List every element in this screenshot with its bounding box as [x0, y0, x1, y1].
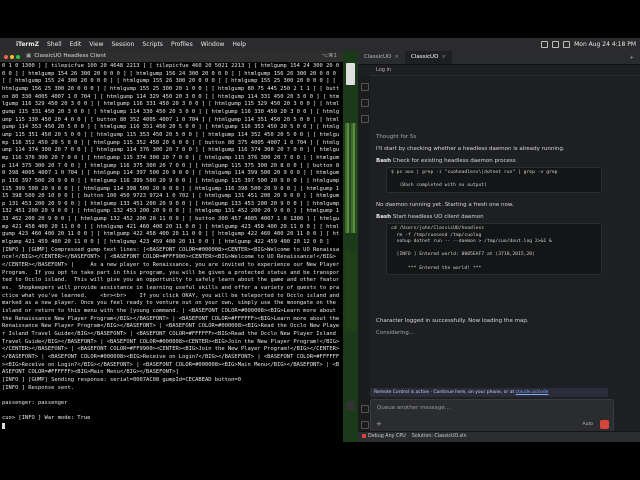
tool-call-header[interactable]: Bash Check for existing headless daemon … [376, 157, 516, 165]
background-window-edge [343, 51, 359, 442]
terminal-output[interactable]: 0 1 0 1300 ] [ tilepicfue 100 20 4648 22… [0, 62, 343, 432]
menu-app-name[interactable]: iTermZ [12, 38, 43, 51]
window-controls [0, 54, 20, 59]
menu-session[interactable]: Session [108, 38, 139, 51]
terminal-cursor [2, 422, 5, 429]
tool-name: Bash [376, 214, 392, 220]
close-icon[interactable]: × [394, 51, 399, 64]
status-bar: Debug Any CPU Solution: ClassicUO.sln [358, 431, 640, 442]
ide-agent-window: ClassicUO × ClassicUO × + Log in Thought… [358, 51, 640, 442]
agent-message: Character logged in successfully. Now lo… [376, 318, 529, 324]
composer-input[interactable]: Queue another message... [377, 405, 450, 411]
terminal-line: [INFO ] [GUMP] Compressed gump text line… [2, 246, 343, 376]
new-tab-icon[interactable]: + [629, 55, 640, 61]
problems-icon[interactable] [361, 421, 369, 429]
terminal-line: [INFO ] [GUMP] Sending response: serial=… [2, 376, 241, 383]
terminal-icon: ▣ [26, 53, 32, 59]
mode-selector[interactable]: Auto [583, 422, 593, 427]
menu-edit[interactable]: Edit [66, 38, 86, 51]
tab-bar: ClassicUO × ClassicUO × + [358, 51, 640, 65]
tab-classicuo-1[interactable]: ClassicUO × [358, 51, 405, 64]
menu-help[interactable]: Help [228, 38, 250, 51]
solution-name[interactable]: Solution: ClassicUO.sln [412, 432, 467, 442]
menu-clock[interactable]: Mon Aug 24 4:18 PM [574, 38, 636, 51]
search-icon[interactable] [563, 41, 571, 48]
tab-shortcut: ⌥⌘1 [321, 53, 337, 59]
edge-tile [346, 63, 355, 85]
tab-classicuo-2[interactable]: ClassicUO × [405, 51, 452, 64]
zoom-window-button[interactable] [16, 54, 20, 59]
remote-control-text: Remote Control is active · Continue here… [374, 390, 515, 395]
thinking-note[interactable]: Thought for 5s [376, 133, 416, 141]
edge-tile [345, 123, 357, 233]
attach-icon[interactable]: + [376, 420, 382, 428]
tool-description: Check for existing headless daemon proce… [392, 158, 516, 164]
tool-call-header[interactable]: Bash Start headless UO client daemon [376, 213, 484, 221]
control-center-icon[interactable] [541, 41, 549, 48]
minimize-window-button[interactable] [10, 54, 14, 59]
agent-transcript: Thought for 5s I'll start by checking wh… [358, 75, 640, 355]
tool-description: Start headless UO client daemon [392, 214, 484, 220]
tool-name: Bash [376, 158, 392, 164]
agent-message: I'll start by checking whether a headles… [376, 146, 565, 152]
menu-shell[interactable]: Shell [43, 38, 66, 51]
wifi-icon[interactable] [552, 41, 560, 48]
terminal-line: [INFO ] Response sent. [2, 384, 75, 391]
iterm-window: ▣ ClassicUO Headless Client ⌥⌘1 0 1 0 13… [0, 51, 343, 442]
close-icon[interactable]: × [441, 51, 446, 64]
remote-control-link[interactable]: claude.ai/code [516, 390, 549, 395]
edge-tile [345, 251, 357, 331]
iterm-titlebar[interactable]: ▣ ClassicUO Headless Client ⌥⌘1 [0, 51, 343, 62]
tab-label: ClassicUO [364, 54, 392, 60]
macos-menu-bar: iTermZ Shell Edit View Session Scripts P… [0, 38, 640, 51]
iterm-window-title: ClassicUO Headless Client [34, 53, 107, 59]
menu-scripts[interactable]: Scripts [138, 38, 167, 51]
agent-message: No daemon running yet. Starting a fresh … [376, 202, 514, 208]
terminal-line: passenger: passenger [2, 399, 68, 406]
tab-label: ClassicUO [411, 54, 439, 60]
terminal-icon[interactable] [361, 405, 369, 413]
tool-output-box: $ ps aux | grep -i "cuoheadless\|dotnet … [386, 167, 602, 193]
message-composer[interactable]: Queue another message... + Auto [370, 399, 614, 433]
tool-output-box: cd /Users/john/ClassicUO/headless rm -f … [386, 223, 602, 276]
remote-control-notice: Remote Control is active · Continue here… [370, 388, 608, 397]
menu-profiles[interactable]: Profiles [167, 38, 197, 51]
menu-window[interactable]: Window [197, 38, 229, 51]
terminal-line: 0 1 0 1300 ] [ tilepicfue 100 20 4648 22… [2, 63, 343, 246]
menu-view[interactable]: View [85, 38, 107, 51]
status-indicator-icon [362, 433, 366, 438]
build-config[interactable]: Debug Any CPU [362, 432, 406, 442]
edge-tile [346, 401, 355, 410]
stop-button[interactable] [600, 420, 609, 429]
terminal-prompt-line: cuo> [INFO ] War mode: True [2, 415, 91, 422]
close-window-button[interactable] [4, 54, 8, 59]
thinking-note: Considering... [376, 330, 414, 336]
